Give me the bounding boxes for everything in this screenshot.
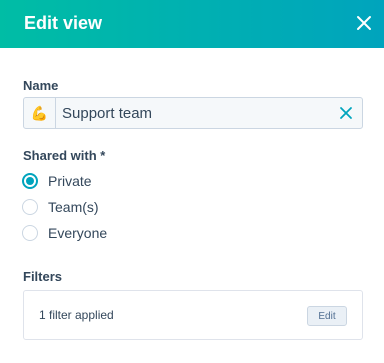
close-button[interactable] [352,11,376,35]
radio-label: Everyone [48,225,108,241]
radio-option-teams[interactable]: Team(s) [22,197,99,217]
close-icon [340,107,352,119]
filter-summary: 1 filter applied [39,308,114,322]
clear-name-button[interactable] [338,105,354,121]
shared-with-label: Shared with * [23,148,106,163]
radio-option-everyone[interactable]: Everyone [22,223,107,243]
filter-summary-card: 1 filter applied Edit [23,290,363,340]
emoji-picker[interactable]: 💪 [24,98,56,128]
radio-label: Private [48,173,92,189]
panel-title: Edit view [24,13,103,33]
radio-label: Team(s) [48,199,99,215]
radio-button-checked[interactable] [22,173,38,189]
filters-label: Filters [23,269,63,284]
name-field[interactable]: 💪 [23,97,363,129]
radio-button[interactable] [22,199,38,215]
radio-button[interactable] [22,225,38,241]
name-label: Name [23,78,59,93]
edit-filters-button[interactable]: Edit [307,306,347,326]
flexed-biceps-icon: 💪 [30,104,49,121]
close-icon [357,16,371,30]
name-input[interactable] [62,98,322,128]
panel-header: Edit view [0,0,384,48]
radio-option-private[interactable]: Private [22,171,92,191]
